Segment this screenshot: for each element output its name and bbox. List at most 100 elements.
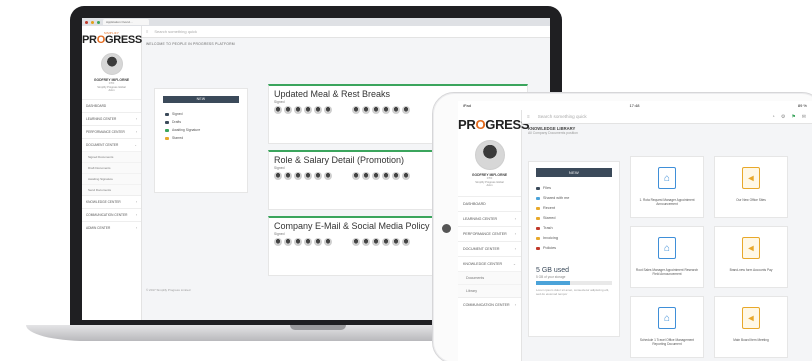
new-button[interactable]: NEW	[163, 96, 239, 103]
file-tile[interactable]: ⌂ Schedule 1 Travel Office Management Re…	[630, 296, 704, 358]
sidebar-subitem-signed-documents[interactable]: Signed Documents	[82, 150, 141, 162]
share-icon	[536, 196, 540, 200]
pdf-file-icon: ⌂	[658, 167, 676, 189]
top-bar: ≡ Search something quick ◔ ⚙ ⚑ ✉	[522, 110, 812, 124]
avatar	[284, 106, 292, 114]
mail-icon[interactable]: ✉	[802, 114, 806, 120]
user-role: Ad-in	[486, 184, 493, 188]
footer-copyright: © 2017 Simplify Progress Limited	[146, 288, 191, 292]
sidebar-item-document-center[interactable]: DOCUMENT CENTER ›	[458, 240, 521, 256]
folder-label: Trash	[543, 226, 553, 230]
file-tile[interactable]: ◂ Main Board Item Meeting	[714, 296, 788, 358]
settings-icon[interactable]: ⚙	[781, 114, 785, 120]
folder-starred[interactable]: Starred	[155, 134, 247, 142]
sidebar-item-dashboard[interactable]: DASHBOARD	[458, 195, 521, 211]
chevron-right-icon: ›	[514, 246, 516, 251]
storage-note: Lorem ipsum dolor sit amet, consectetur …	[536, 288, 610, 296]
file-name: Our New Office Sites	[736, 198, 766, 202]
storage-total: 5 GB of your storage	[536, 275, 566, 279]
browser-tab[interactable]: Application Overvi...	[103, 19, 149, 25]
battery-level: 89 %	[797, 103, 807, 108]
avatar	[362, 238, 370, 246]
folder-icon	[536, 236, 540, 240]
pdf-file-icon: ⌂	[658, 237, 676, 259]
avatar	[294, 106, 302, 114]
logo[interactable]: PROGRESS	[458, 118, 530, 131]
sidebar-subitem-library[interactable]: Library	[458, 283, 521, 297]
folder-label: Signed	[172, 112, 183, 116]
sidebar-item-document-center[interactable]: DOCUMENT CENTER ⌄	[82, 137, 141, 151]
sidebar-item-performance-center[interactable]: PERFORMANCE CENTER ›	[82, 124, 141, 138]
folder-signed[interactable]: Signed	[155, 110, 247, 118]
sidebar-item-label: COMMUNICATION CENTER	[463, 302, 510, 307]
laptop-sidebar: SIMPLIFY PROGRESS GODFREY MIFLORNE CTO S…	[82, 26, 142, 320]
tablet-screen: iPad 17:48 89 % PROGRESS GODFREY MIFLORN…	[458, 101, 812, 361]
home-button-icon[interactable]	[442, 224, 451, 233]
folder-policies[interactable]: Policies	[529, 243, 619, 253]
search-input[interactable]: Search something quick	[154, 29, 197, 34]
toolbar-icons: ◔ ⚙ ⚑ ✉	[772, 114, 812, 120]
folder-awaiting-signature[interactable]: Awaiting Signature	[155, 126, 247, 134]
sidebar-item-communication-center[interactable]: COMMUNICATION CENTER ›	[82, 207, 141, 221]
sidebar-item-label: DOCUMENT CENTER	[463, 246, 500, 251]
folder-files[interactable]: Files	[529, 183, 619, 193]
avatar	[284, 172, 292, 180]
sidebar-item-knowledge-center[interactable]: KNOWLEDGE CENTER ›	[82, 194, 141, 208]
sidebar-subitem-draft-documents[interactable]: Draft Documents	[82, 161, 141, 173]
folder-invoicing[interactable]: Invoicing	[529, 233, 619, 243]
avatar	[402, 106, 410, 114]
file-tile[interactable]: ◂ Our New Office Sites	[714, 156, 788, 218]
folder-label: Recent	[543, 206, 556, 210]
avatar[interactable]	[100, 53, 123, 75]
signed-label: Signed	[274, 166, 285, 170]
sidebar-item-admin-center[interactable]: ADMIN CENTER ›	[82, 220, 141, 234]
avatar	[314, 172, 322, 180]
search-input[interactable]: Search something quick	[538, 114, 587, 119]
folder-shared[interactable]: Shared with me	[529, 193, 619, 203]
close-window-icon[interactable]	[85, 20, 88, 24]
folder-icon	[165, 128, 169, 132]
sidebar-item-label: LEARNING CENTER	[86, 116, 117, 121]
sidebar-subitem-awaiting-signature[interactable]: Awaiting Signature	[82, 172, 141, 184]
avatar	[304, 106, 312, 114]
avatar[interactable]	[474, 140, 505, 170]
flag-icon[interactable]: ⚑	[791, 114, 795, 120]
signed-label: Signed	[274, 100, 285, 104]
avatar	[362, 172, 370, 180]
notification-icon[interactable]: ◔	[772, 114, 775, 120]
logo-part: O	[96, 34, 106, 46]
folder-label: Awaiting Signature	[172, 128, 201, 132]
sidebar-item-dashboard[interactable]: DASHBOARD	[82, 98, 141, 112]
welcome-banner: WELCOME TO PEOPLE IN PROGRESS PLATFORM	[146, 42, 235, 46]
sidebar-subitem-documents[interactable]: Documents	[458, 270, 521, 284]
menu-icon[interactable]: ≡	[146, 29, 148, 34]
folder-icon	[165, 120, 169, 124]
laptop-notch	[290, 325, 346, 330]
chevron-right-icon: ›	[514, 302, 516, 307]
folder-drafts[interactable]: Drafts	[155, 118, 247, 126]
folder-label: Starred	[543, 216, 556, 220]
logo-part: GRESS	[104, 34, 142, 46]
sidebar-item-learning-center[interactable]: LEARNING CENTER ›	[458, 210, 521, 226]
avatar	[274, 172, 282, 180]
sidebar-subitem-send-documents[interactable]: Send Documents	[82, 183, 141, 195]
folder-starred[interactable]: Starred	[529, 213, 619, 223]
maximize-window-icon[interactable]	[97, 20, 100, 24]
avatar	[382, 106, 390, 114]
folder-trash[interactable]: Trash	[529, 223, 619, 233]
sidebar-item-learning-center[interactable]: LEARNING CENTER ›	[82, 111, 141, 125]
file-tile[interactable]: ⌂ 1. Rota Request Manager Appointment An…	[630, 156, 704, 218]
file-tile[interactable]: ⌂ Root Sales Manager Appointment Researc…	[630, 226, 704, 288]
new-button[interactable]: NEW	[536, 168, 612, 177]
menu-icon[interactable]: ≡	[527, 114, 530, 119]
sidebar-item-communication-center[interactable]: COMMUNICATION CENTER ›	[458, 296, 521, 312]
page-subtitle: All Company Documents position	[528, 131, 578, 135]
sidebar-item-knowledge-center[interactable]: KNOWLEDGE CENTER ⌄	[458, 255, 521, 271]
folder-label: Shared with me	[543, 196, 570, 200]
file-name: Schedule 1 Travel Office Management Repo…	[639, 338, 695, 346]
sidebar-item-performance-center[interactable]: PERFORMANCE CENTER ›	[458, 225, 521, 241]
folder-recent[interactable]: Recent	[529, 203, 619, 213]
logo[interactable]: PROGRESS	[82, 34, 142, 46]
file-tile[interactable]: ◂ Brand-new form Accounts Pay	[714, 226, 788, 288]
minimize-window-icon[interactable]	[91, 20, 94, 24]
